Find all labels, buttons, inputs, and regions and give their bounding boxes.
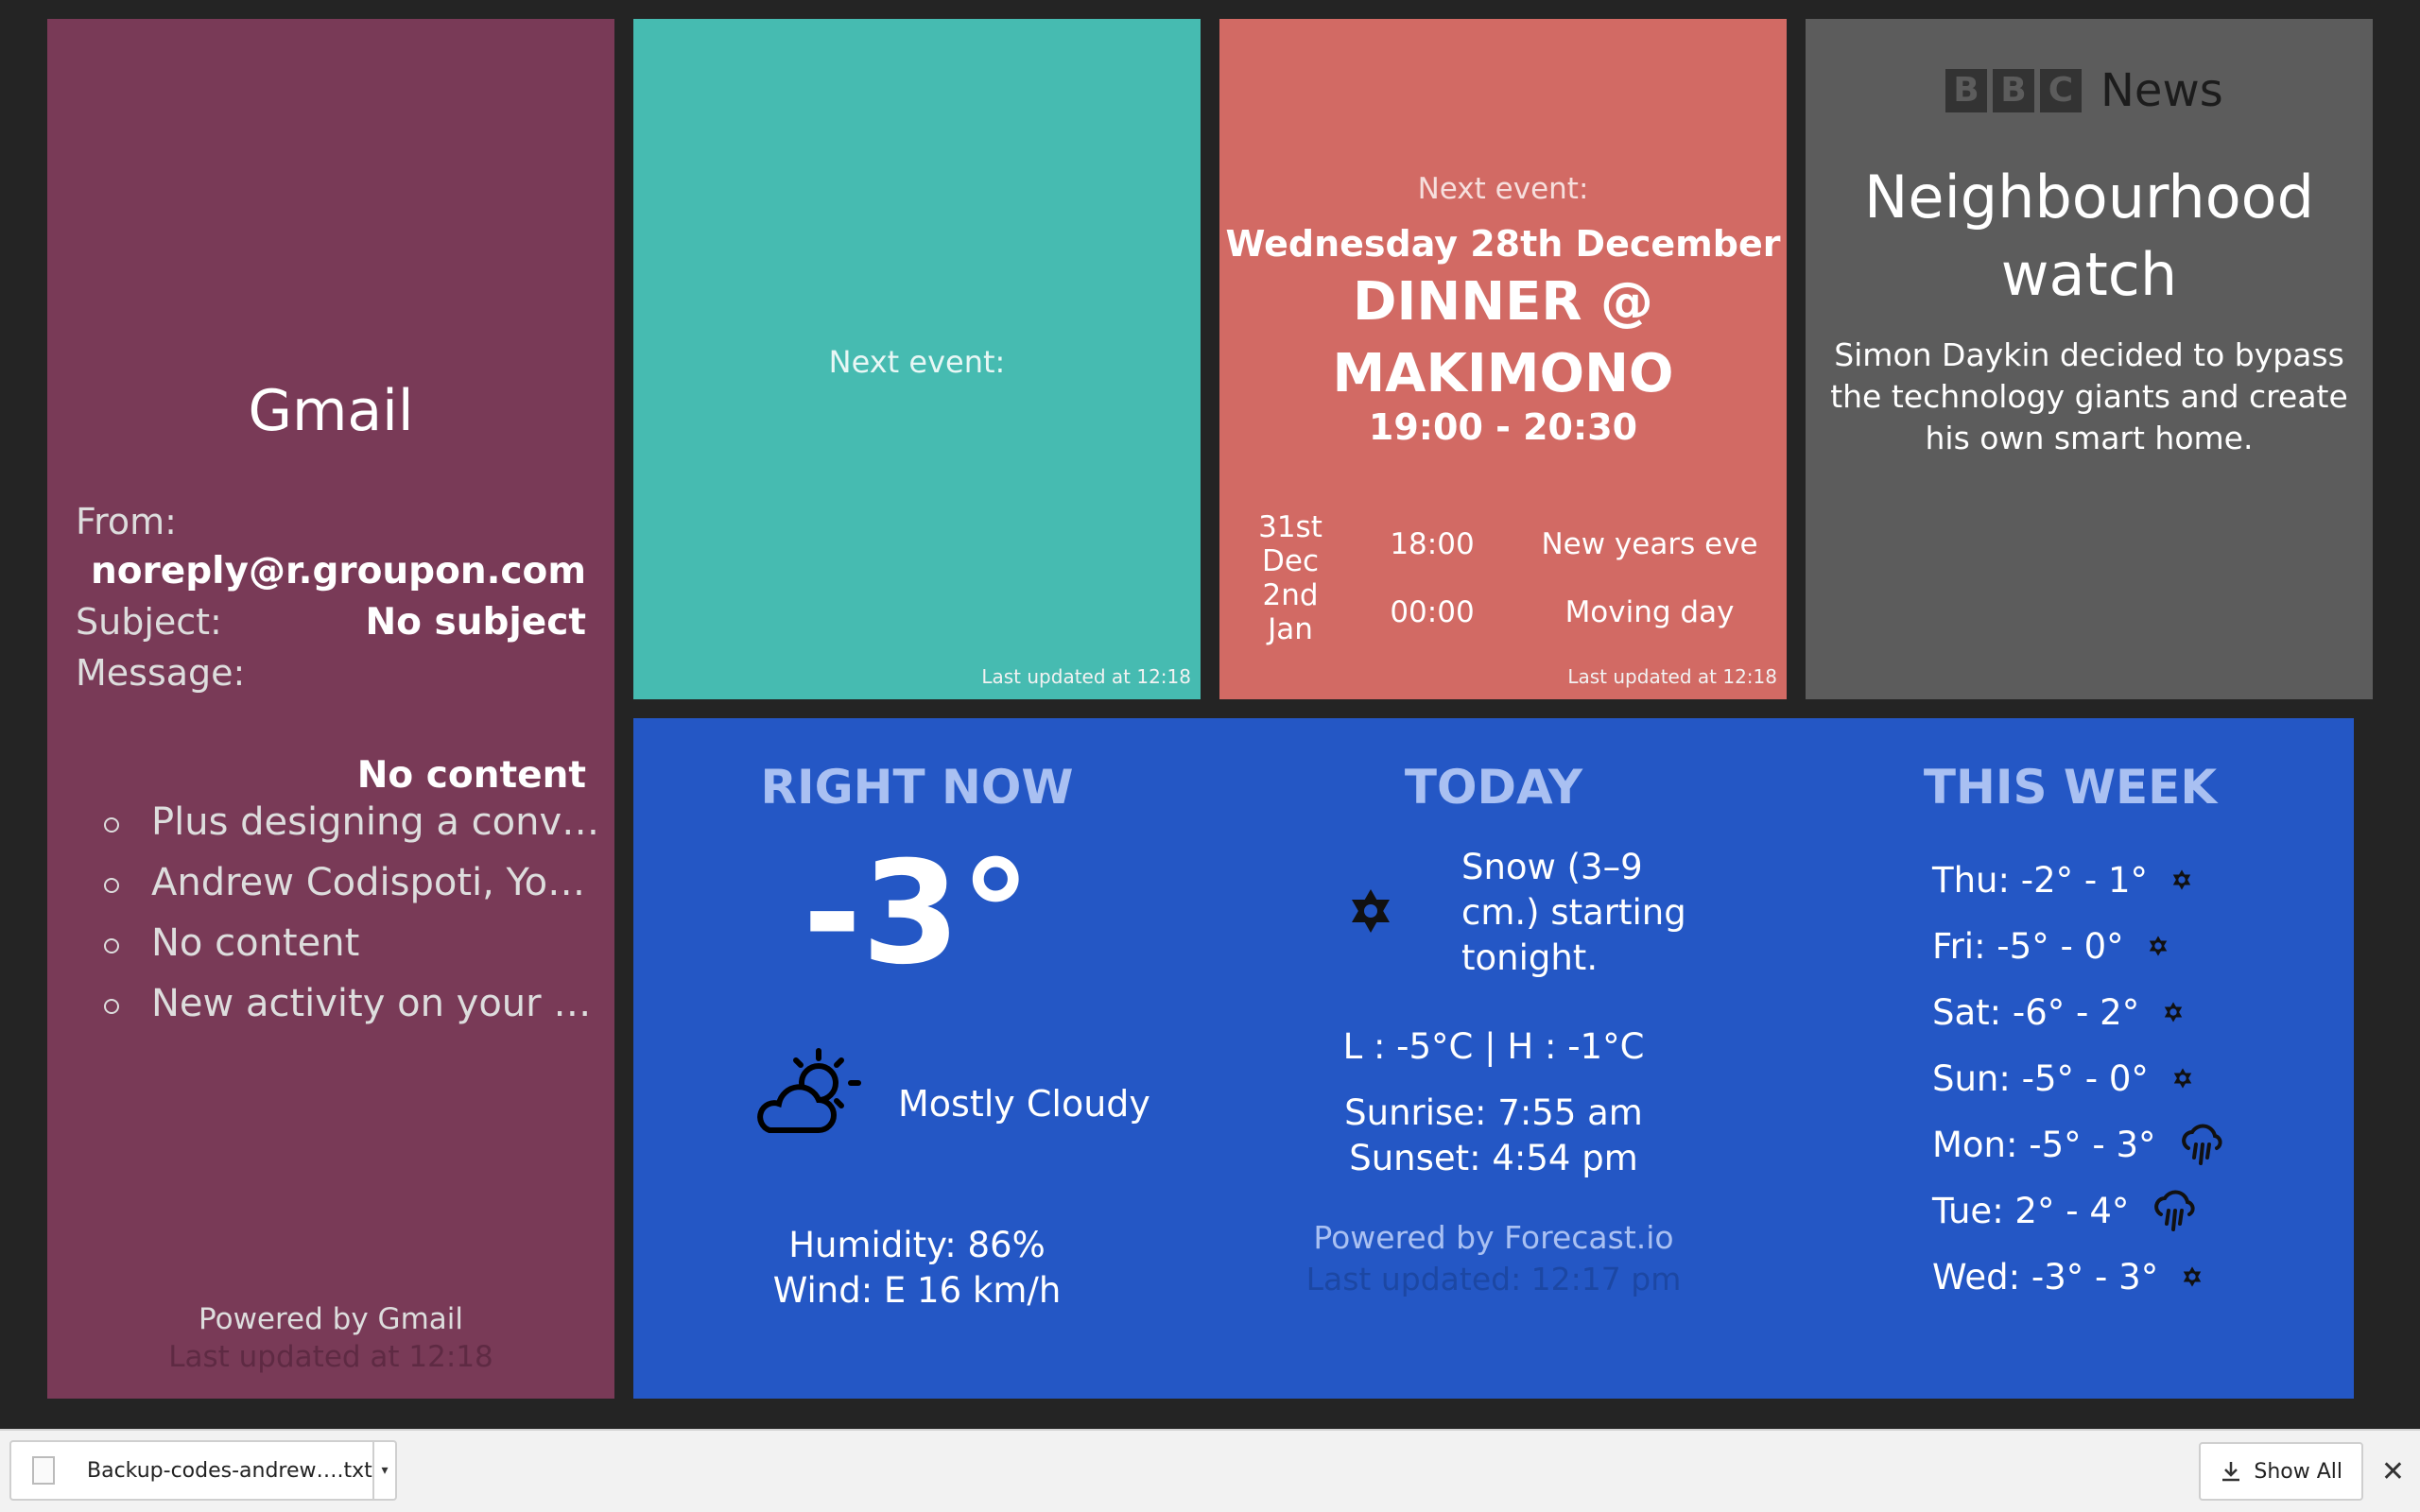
bbc-logo-news: News bbox=[2100, 64, 2223, 117]
forecast-day: Thu: -2° - 1° bbox=[1932, 847, 2224, 913]
show-all-label: Show All bbox=[2254, 1459, 2342, 1484]
gmail-title: Gmail bbox=[248, 378, 414, 444]
table-row: 2nd Jan 00:00 Moving day bbox=[1238, 578, 1777, 646]
download-bar: Backup-codes-andrew….txt ▾ Show All ✕ bbox=[0, 1429, 2420, 1512]
sunset: Sunset: 4:54 pm bbox=[1349, 1138, 1638, 1178]
message-label: Message: bbox=[76, 652, 246, 694]
next-event-label: Next event: bbox=[1417, 172, 1589, 206]
current-condition: Mostly Cloudy bbox=[898, 1083, 1150, 1125]
gmail-powered-by: Powered by Gmail bbox=[199, 1302, 463, 1336]
today-summary: Snow (3–9 cm.) starting tonight. bbox=[1461, 847, 1686, 978]
show-all-button[interactable]: Show All bbox=[2199, 1442, 2363, 1501]
next-event-date: Wednesday 28th December bbox=[1225, 223, 1781, 265]
from-value: noreply@r.groupon.com bbox=[91, 550, 586, 593]
snow-icon bbox=[1346, 886, 1395, 939]
email-list-item[interactable]: No content bbox=[104, 913, 599, 973]
rain-icon bbox=[2179, 1122, 2224, 1167]
forecast-text: Sat: -6° - 2° bbox=[1932, 991, 2140, 1033]
event-time: 18:00 bbox=[1390, 527, 1475, 561]
news-headline[interactable]: Neighbourhood watch bbox=[1806, 159, 2373, 314]
snow-icon bbox=[2181, 1265, 2204, 1288]
email-list: Plus designing a conv… Andrew Codispoti,… bbox=[104, 792, 599, 1034]
snow-icon bbox=[2171, 1067, 2194, 1090]
forecast-day: Mon: -5° - 3° bbox=[1932, 1111, 2224, 1177]
event-time: 00:00 bbox=[1390, 595, 1475, 629]
file-icon bbox=[32, 1456, 55, 1485]
sunrise: Sunrise: 7:55 am bbox=[1344, 1092, 1643, 1133]
forecast-day: Sat: -6° - 2° bbox=[1932, 979, 2224, 1045]
close-icon[interactable]: ✕ bbox=[2381, 1455, 2405, 1488]
today-low-high: L : -5°C | H : -1°C bbox=[1342, 1026, 1645, 1067]
calendar-tile-2: Next event: Wednesday 28th December DINN… bbox=[1219, 19, 1787, 699]
email-list-item[interactable]: Andrew Codispoti, Yo… bbox=[104, 852, 599, 913]
rain-icon bbox=[2152, 1188, 2197, 1233]
forecast-text: Wed: -3° - 3° bbox=[1932, 1256, 2159, 1297]
humidity: Humidity: 86% bbox=[788, 1225, 1046, 1265]
calendar-2-last-updated: Last updated at 12:18 bbox=[1567, 665, 1777, 688]
event-date: 2nd Jan bbox=[1262, 578, 1319, 646]
weather-this-week: THIS WEEK Thu: -2° - 1° Fri: -5° - 0° Sa… bbox=[1787, 718, 2354, 1399]
download-icon bbox=[2220, 1460, 2242, 1483]
bbc-logo-letter: B bbox=[1945, 69, 1987, 112]
partly-cloudy-icon bbox=[756, 1045, 862, 1143]
forecast-text: Thu: -2° - 1° bbox=[1932, 859, 2149, 901]
next-event-name: DINNER @ MAKIMONO bbox=[1332, 271, 1674, 404]
today-heading: TODAY bbox=[1404, 760, 1583, 815]
forecast-day: Tue: 2° - 4° bbox=[1932, 1177, 2224, 1244]
gmail-tile: Gmail From: noreply@r.groupon.com Subjec… bbox=[47, 19, 614, 1399]
bbc-news-logo: B B C News bbox=[1945, 64, 2223, 117]
email-list-item[interactable]: New activity on your … bbox=[104, 973, 599, 1034]
forecast-text: Fri: -5° - 0° bbox=[1932, 925, 2124, 967]
forecast-day: Fri: -5° - 0° bbox=[1932, 913, 2224, 979]
download-filename: Backup-codes-andrew….txt bbox=[87, 1458, 372, 1483]
event-title: Moving day bbox=[1564, 595, 1735, 629]
right-now-heading: RIGHT NOW bbox=[760, 760, 1074, 815]
sun-times: Sunrise: 7:55 am Sunset: 4:54 pm bbox=[1210, 1091, 1777, 1181]
event-title: New years eve bbox=[1541, 527, 1758, 561]
snow-icon bbox=[2170, 868, 2193, 891]
weather-right-now: RIGHT NOW -3° Mostly Cloudy Humidity: 86… bbox=[633, 718, 1201, 1399]
forecast-text: Sun: -5° - 0° bbox=[1932, 1057, 2149, 1099]
weather-last-updated: Last updated: 12:17 pm bbox=[1305, 1261, 1682, 1297]
forecast-list: Thu: -2° - 1° Fri: -5° - 0° Sat: -6° - 2… bbox=[1932, 847, 2224, 1310]
forecast-text: Mon: -5° - 3° bbox=[1932, 1124, 2156, 1165]
subject-value: No subject bbox=[365, 601, 587, 644]
download-item[interactable]: Backup-codes-andrew….txt ▾ bbox=[9, 1440, 397, 1501]
bbc-logo-letter: C bbox=[2040, 69, 2082, 112]
calendar-tile-1: Next event: Last updated at 12:18 bbox=[633, 19, 1201, 699]
humidity-wind: Humidity: 86% Wind: E 16 km/h bbox=[633, 1223, 1201, 1314]
snow-icon bbox=[2162, 1001, 2185, 1023]
next-event-time: 19:00 - 20:30 bbox=[1368, 406, 1638, 448]
gmail-last-updated: Last updated at 12:18 bbox=[168, 1340, 493, 1374]
upcoming-events-table: 31st Dec 18:00 New years eve 2nd Jan 00:… bbox=[1238, 510, 1777, 646]
forecast-day: Wed: -3° - 3° bbox=[1932, 1244, 2224, 1310]
from-label: From: bbox=[76, 501, 177, 542]
table-row: 31st Dec 18:00 New years eve bbox=[1238, 510, 1777, 578]
weather-tile: RIGHT NOW -3° Mostly Cloudy Humidity: 86… bbox=[633, 718, 2354, 1399]
next-event-label: Next event: bbox=[828, 344, 1006, 380]
event-date: 31st Dec bbox=[1258, 510, 1322, 578]
weather-powered-by[interactable]: Powered by Forecast.io bbox=[1210, 1219, 1777, 1256]
calendar-1-last-updated: Last updated at 12:18 bbox=[981, 665, 1191, 688]
this-week-heading: THIS WEEK bbox=[1923, 760, 2218, 815]
email-list-item[interactable]: Plus designing a conv… bbox=[104, 792, 599, 852]
forecast-text: Tue: 2° - 4° bbox=[1932, 1190, 2130, 1231]
forecast-day: Sun: -5° - 0° bbox=[1932, 1045, 2224, 1111]
chevron-down-icon[interactable]: ▾ bbox=[372, 1442, 395, 1499]
bbc-news-tile: B B C News Neighbourhood watch Simon Day… bbox=[1806, 19, 2373, 699]
snow-icon bbox=[2147, 935, 2169, 957]
weather-today: TODAY Snow (3–9 cm.) starting tonight. L… bbox=[1210, 718, 1777, 1399]
current-temperature: -3° bbox=[803, 832, 1031, 996]
bbc-logo-letter: B bbox=[1993, 69, 2034, 112]
message-value: No content bbox=[356, 754, 586, 797]
news-summary: Simon Daykin decided to bypass the techn… bbox=[1830, 336, 2348, 456]
wind: Wind: E 16 km/h bbox=[772, 1270, 1062, 1311]
